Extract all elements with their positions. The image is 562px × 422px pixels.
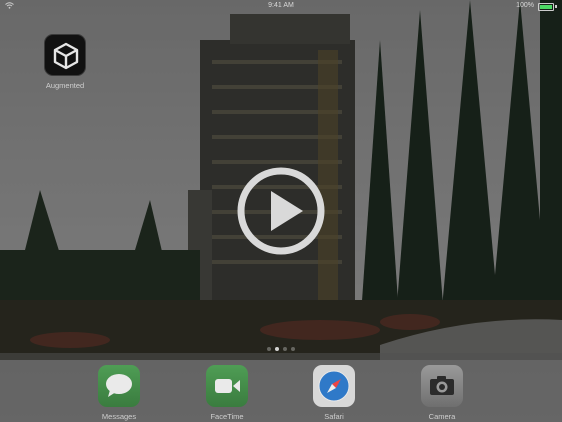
app-augmented[interactable]: Augmented (35, 34, 95, 90)
app-label: Camera (428, 412, 456, 421)
status-time: 9:41 AM (268, 2, 294, 9)
app-label: FaceTime (210, 412, 244, 421)
camera-icon (421, 365, 463, 407)
battery-tip (555, 5, 557, 8)
battery-percent: 100% (516, 2, 534, 9)
messages-icon (98, 365, 140, 407)
app-messages[interactable]: Messages (89, 365, 149, 421)
play-icon (237, 167, 325, 255)
app-safari[interactable]: Safari (304, 365, 364, 421)
app-facetime[interactable]: FaceTime (197, 365, 257, 421)
app-label: Safari (324, 412, 344, 421)
safari-icon (313, 365, 355, 407)
app-label: Augmented (45, 81, 85, 90)
play-button[interactable] (236, 166, 326, 256)
page-dot (267, 347, 271, 351)
dock: Messages FaceTime Safari Camera (0, 353, 562, 422)
facetime-icon (206, 365, 248, 407)
battery-icon (538, 3, 554, 11)
unity-icon (44, 34, 86, 76)
battery-level-fill (540, 5, 552, 9)
page-dot-active (275, 347, 279, 351)
app-camera[interactable]: Camera (412, 365, 472, 421)
page-dot (291, 347, 295, 351)
app-label: Messages (101, 412, 137, 421)
status-bar: 9:41 AM 100% (0, 0, 562, 12)
ipad-home-screen: 9:41 AM 100% Augmented Messages FaceTime… (0, 0, 562, 422)
page-dot (283, 347, 287, 351)
page-indicator[interactable] (0, 347, 562, 351)
